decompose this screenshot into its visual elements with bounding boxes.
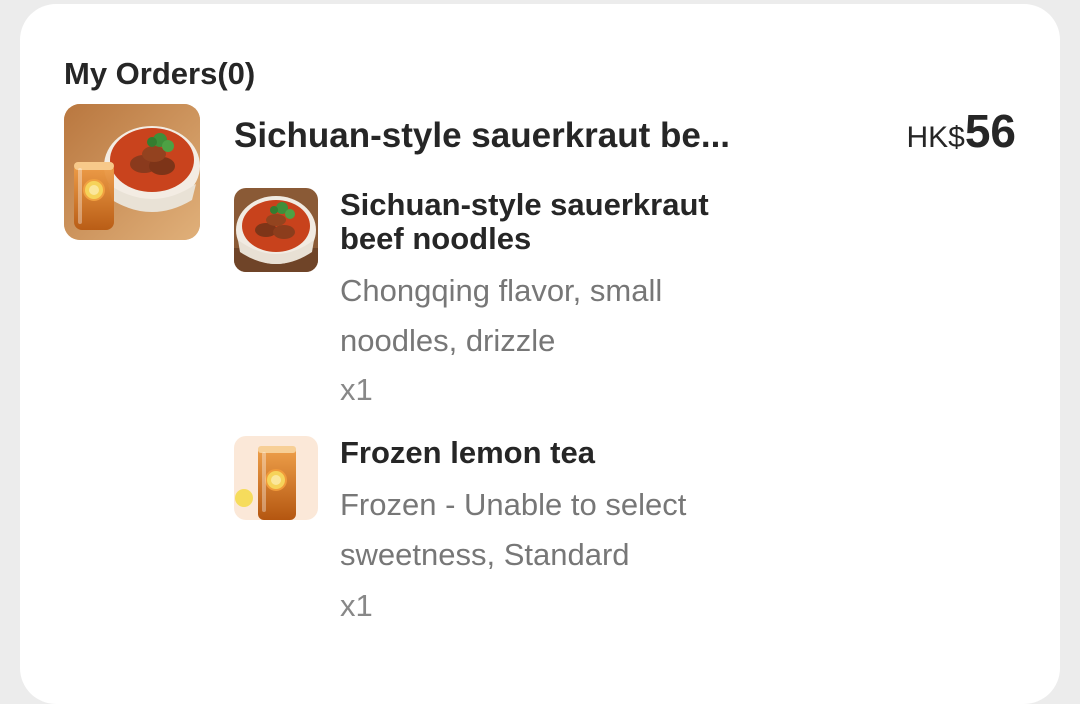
item-spec: Frozen - Unable to select sweetness, Sta… (340, 487, 687, 572)
item-qty: x1 (340, 372, 373, 407)
item-name: Frozen lemon tea (340, 435, 595, 470)
lemon-tea-glass-photo-icon (234, 436, 318, 520)
combo-image[interactable] (64, 104, 200, 240)
combo-name[interactable]: Sichuan-style sauerkraut be... (234, 116, 794, 156)
item-qty: x1 (340, 588, 373, 623)
item-name: Sichuan-style sauerkraut beef noodles (340, 187, 709, 256)
item-image (234, 188, 318, 272)
price-amount: 56 (964, 105, 1016, 157)
price-currency: HK$ (906, 121, 965, 154)
noodle-and-tea-photo-icon (64, 104, 200, 240)
beef-noodle-bowl-photo-icon (234, 188, 318, 272)
item-spec: Chongqing flavor, small noodles, drizzle (340, 273, 663, 358)
page-title: My Orders(0) (64, 56, 256, 91)
combo-price: HK$56 (906, 104, 1016, 158)
order-card: My Orders(0) Sichuan-style sauerkraut be… (20, 4, 1060, 704)
item-image (234, 436, 318, 520)
